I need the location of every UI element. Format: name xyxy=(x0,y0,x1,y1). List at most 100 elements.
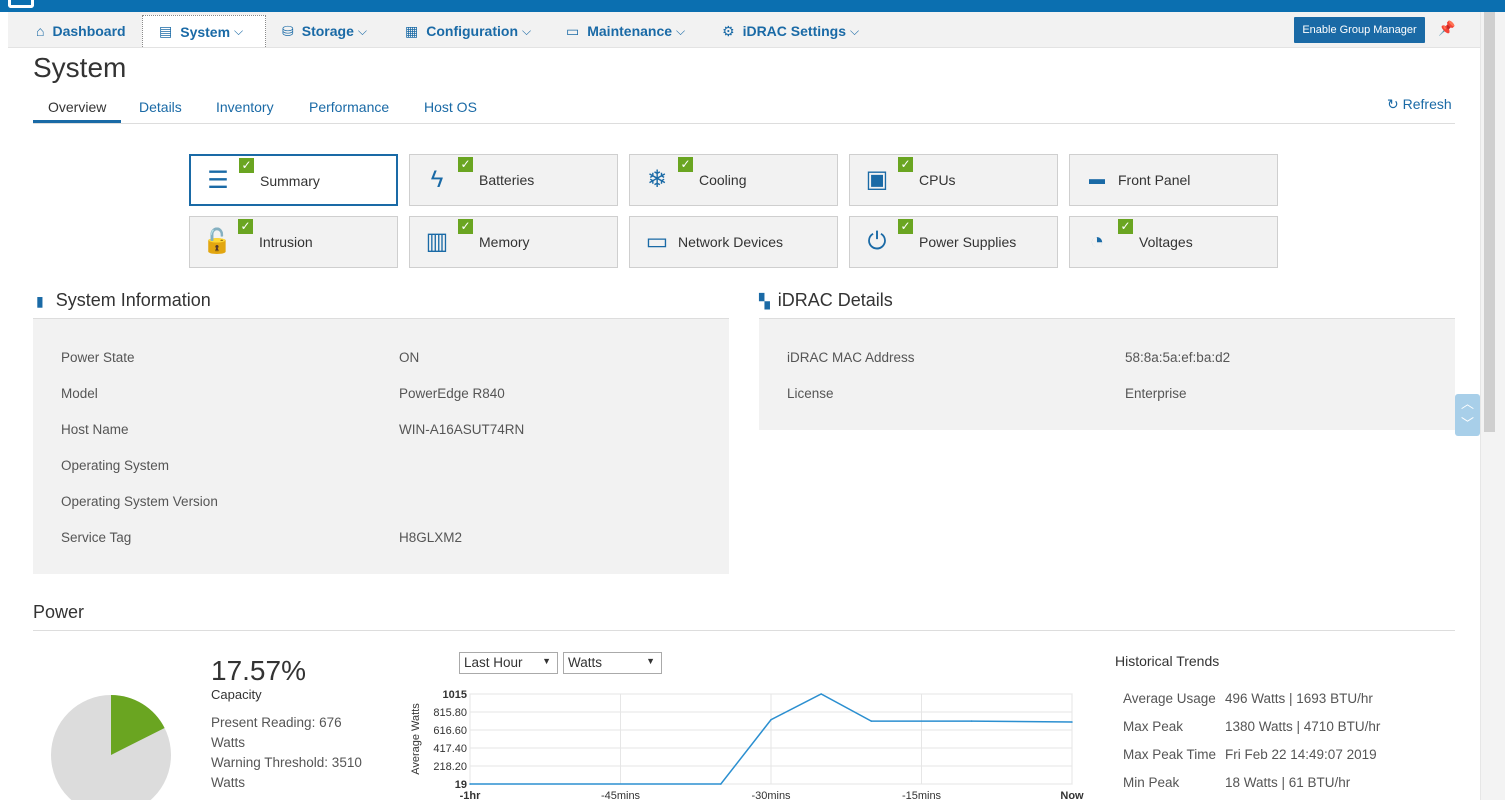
enable-group-manager-button[interactable]: Enable Group Manager xyxy=(1294,17,1425,43)
chevron-down-icon: ⌵ xyxy=(522,23,532,38)
idrac-icon: ▚ xyxy=(759,293,770,309)
ht-value: Fri Feb 22 14:49:07 2019 xyxy=(1225,747,1377,762)
row-label: iDRAC MAC Address xyxy=(787,350,915,365)
tile-voltages[interactable]: ◔ ✓ Voltages xyxy=(1069,216,1278,268)
historical-trends-title: Historical Trends xyxy=(1115,653,1220,669)
row-value: PowerEdge R840 xyxy=(399,386,505,401)
tile-cooling[interactable]: ❄ ✓ Cooling xyxy=(629,154,838,206)
row-label: Power State xyxy=(61,350,135,365)
unit-select[interactable]: Watts ▼ xyxy=(563,652,662,674)
nav-storage[interactable]: ⛁ Storage ⌵ xyxy=(282,15,367,47)
unlock-icon: 🔓 xyxy=(202,228,232,255)
tile-summary[interactable]: ☰ ✓ Summary xyxy=(189,154,398,206)
page-title: System xyxy=(33,52,127,83)
y-tick-label: 616.60 xyxy=(433,725,467,737)
check-icon: ✓ xyxy=(898,157,913,172)
plug-icon: ⏻ xyxy=(867,228,887,255)
row-label: Operating System xyxy=(61,458,170,473)
home-icon: ⌂ xyxy=(36,23,45,39)
tab-performance[interactable]: Performance xyxy=(309,99,389,115)
tab-details[interactable]: Details xyxy=(139,99,182,115)
tab-overview[interactable]: Overview xyxy=(33,99,122,123)
tile-intrusion[interactable]: 🔓 ✓ Intrusion xyxy=(189,216,398,268)
chevron-down-icon: ⌵ xyxy=(850,23,860,38)
capacity-percent: 17.57% xyxy=(211,655,306,686)
config-icon: ▦ xyxy=(405,22,419,39)
server-tower-icon: ▮ xyxy=(36,293,44,309)
y-axis-label: Average Watts xyxy=(410,703,422,775)
chevron-down-icon: ⌵ xyxy=(676,23,686,38)
ht-label: Min Peak xyxy=(1123,775,1180,790)
check-icon: ✓ xyxy=(239,158,254,173)
dropdown-arrow-icon: ▼ xyxy=(646,656,655,666)
refresh-button[interactable]: ↻ Refresh xyxy=(1387,96,1452,113)
dropdown-arrow-icon: ▼ xyxy=(542,656,551,666)
top-banner xyxy=(0,0,1505,12)
gears-icon: ⚙ xyxy=(722,22,735,39)
y-tick-label: 815.80 xyxy=(433,707,467,719)
data-point xyxy=(1071,721,1073,723)
pin-icon[interactable]: 📌 xyxy=(1438,20,1455,37)
range-select[interactable]: Last Hour ▼ xyxy=(459,652,558,674)
front-panel-icon: ▬ xyxy=(1089,171,1105,188)
row-label: Host Name xyxy=(61,422,129,437)
tab-inventory[interactable]: Inventory xyxy=(216,99,274,115)
x-tick-label: Now xyxy=(1060,790,1084,800)
tile-memory[interactable]: ▥ ✓ Memory xyxy=(409,216,618,268)
capacity-pie xyxy=(51,695,171,800)
y-tick-label: 417.40 xyxy=(433,743,467,755)
nav-configuration[interactable]: ▦ Configuration ⌵ xyxy=(405,15,531,47)
power-title: Power xyxy=(33,602,85,622)
tile-network-devices[interactable]: ▭ Network Devices xyxy=(629,216,838,268)
ht-label: Average Usage xyxy=(1123,691,1216,706)
chevron-up-icon: ︿ xyxy=(1460,396,1474,411)
x-tick-label: -15mins xyxy=(902,790,942,800)
tile-batteries[interactable]: ϟ ✓ Batteries xyxy=(409,154,618,206)
check-icon: ✓ xyxy=(898,219,913,234)
present-reading-unit: Watts xyxy=(211,735,246,750)
nav-maintenance[interactable]: ▭ Maintenance ⌵ xyxy=(566,15,685,47)
row-label: License xyxy=(787,386,834,401)
ht-label: Max Peak xyxy=(1123,719,1184,734)
memory-icon: ▥ xyxy=(425,228,449,255)
scroll-up-down-button[interactable]: ︿ ﹀ xyxy=(1455,394,1480,436)
present-reading: Present Reading: 676 xyxy=(211,715,342,730)
maintenance-icon: ▭ xyxy=(566,22,580,39)
gauge-icon: ◔ xyxy=(1089,228,1105,255)
tab-host-os[interactable]: Host OS xyxy=(424,99,477,115)
check-icon: ✓ xyxy=(458,157,473,172)
ht-value: 496 Watts | 1693 BTU/hr xyxy=(1225,691,1373,706)
data-point xyxy=(820,693,822,695)
refresh-icon: ↻ xyxy=(1387,96,1399,112)
tile-cpus[interactable]: ▣ ✓ CPUs xyxy=(849,154,1058,206)
idrac-details-title: ▚ iDRAC Details xyxy=(759,290,893,310)
divider xyxy=(33,630,1455,631)
tab-bar: Overview Details Inventory Performance H… xyxy=(33,96,1455,124)
page-scrollbar[interactable] xyxy=(1480,12,1505,800)
ht-value: 1380 Watts | 4710 BTU/hr xyxy=(1225,719,1381,734)
data-point xyxy=(970,720,973,722)
x-tick-label: -30mins xyxy=(751,790,791,800)
check-icon: ✓ xyxy=(458,219,473,234)
data-point xyxy=(469,783,471,785)
server-icon: ▤ xyxy=(159,23,173,39)
nav-system[interactable]: ▤ System ⌵ xyxy=(142,15,266,47)
row-label: Service Tag xyxy=(61,530,132,545)
network-card-icon: ▭ xyxy=(645,228,669,255)
tile-front-panel[interactable]: ▬ Front Panel xyxy=(1069,154,1278,206)
tile-power-supplies[interactable]: ⏻ ✓ Power Supplies xyxy=(849,216,1058,268)
ht-value: 18 Watts | 61 BTU/hr xyxy=(1225,775,1351,790)
y-tick-label: 1015 xyxy=(443,689,467,701)
nav-idrac-settings[interactable]: ⚙ iDRAC Settings ⌵ xyxy=(722,15,859,47)
nav-dashboard[interactable]: ⌂ Dashboard xyxy=(36,15,126,47)
chevron-down-icon: ﹀ xyxy=(1460,416,1474,431)
idrac-details-panel: iDRAC MAC Address 58:8a:5a:ef:ba:d2 Lice… xyxy=(759,318,1455,430)
row-value: Enterprise xyxy=(1125,386,1187,401)
scrollbar-thumb[interactable] xyxy=(1484,12,1495,432)
battery-icon: ϟ xyxy=(430,166,444,193)
power-line-chart: 1015815.80616.60417.40218.2019-1hr -45min… xyxy=(410,689,1084,800)
x-tick-label: -1hr xyxy=(460,790,482,800)
y-tick-label: 218.20 xyxy=(433,761,467,773)
system-information-title: ▮ System Information xyxy=(36,290,211,310)
row-value: 58:8a:5a:ef:ba:d2 xyxy=(1125,350,1231,365)
